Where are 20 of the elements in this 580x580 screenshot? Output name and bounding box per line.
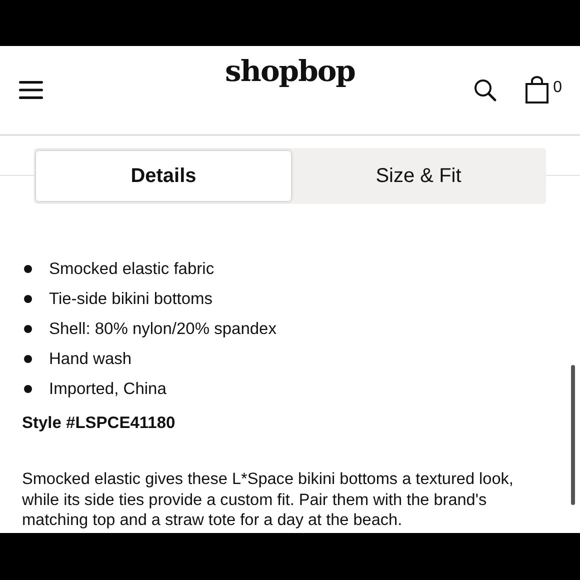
shopping-bag-icon[interactable] <box>525 76 550 104</box>
bullet-icon <box>24 295 32 303</box>
bullet-icon <box>24 265 32 273</box>
detail-text: Shell: 80% nylon/20% spandex <box>49 320 276 338</box>
tab[interactable]: Size & Fit <box>291 151 546 201</box>
detail-text: Hand wash <box>49 350 132 368</box>
menu-icon[interactable] <box>19 80 43 100</box>
bullet-icon <box>24 355 32 363</box>
style-number: Style #LSPCE41180 <box>22 414 176 433</box>
bullet-icon <box>24 385 32 393</box>
cart-count: 0 <box>553 79 562 97</box>
detail-text: Imported, China <box>49 380 166 398</box>
description-text: Smocked elastic gives these L*Space bikini bottoms a textured look, while its side ties provide a custom fit. Pair them with the brand's matching top and a straw tote for a day at the beach. <box>22 469 514 530</box>
search-icon[interactable] <box>473 78 498 102</box>
logo[interactable]: shopbop <box>225 54 355 88</box>
scrollbar[interactable] <box>571 365 575 505</box>
bullet-icon <box>24 325 32 333</box>
detail-text: Smocked elastic fabric <box>49 260 214 278</box>
tab[interactable]: Details <box>36 151 291 201</box>
detail-text: Tie-side bikini bottoms <box>49 290 213 308</box>
